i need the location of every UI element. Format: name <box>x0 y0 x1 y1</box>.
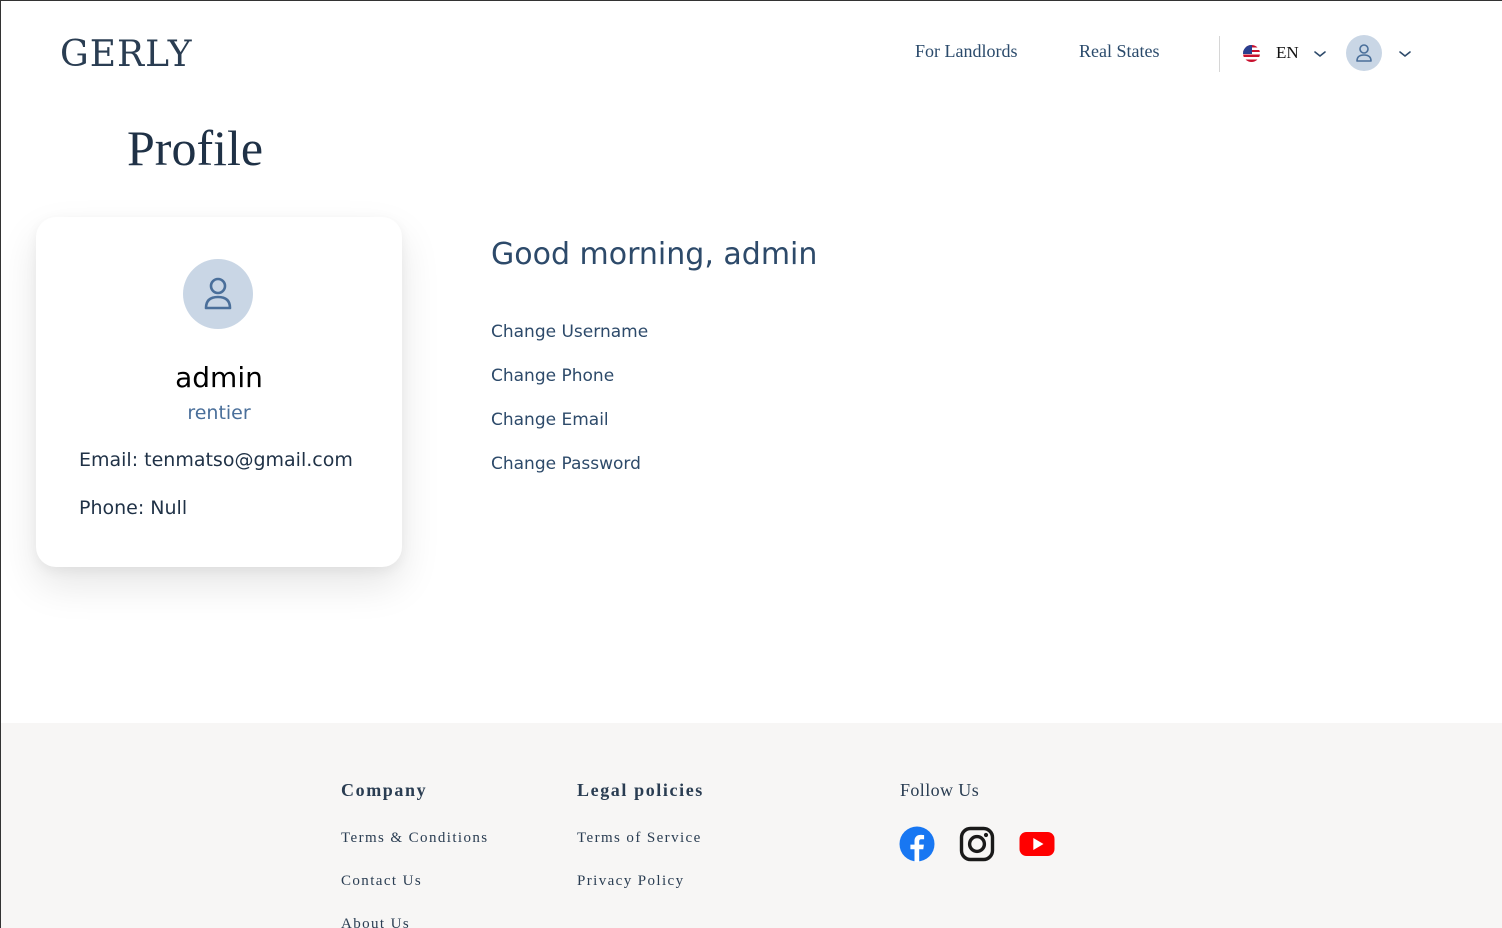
profile-email: Email: tenmatso@gmail.com <box>79 449 353 471</box>
footer-contact-us-link[interactable]: Contact Us <box>341 873 422 890</box>
nav-real-states[interactable]: Real States <box>1079 41 1159 62</box>
page: GERLY For Landlords Real States EN Profi… <box>0 0 1502 928</box>
change-password-link[interactable]: Change Password <box>491 454 641 474</box>
user-menu-button[interactable] <box>1346 35 1412 71</box>
logo[interactable]: GERLY <box>60 34 193 75</box>
facebook-icon[interactable] <box>899 826 935 862</box>
user-icon <box>204 277 232 310</box>
footer-privacy-policy-link[interactable]: Privacy Policy <box>577 873 685 890</box>
us-flag-icon <box>1243 44 1260 62</box>
user-icon <box>1356 44 1372 62</box>
profile-role: rentier <box>187 402 251 424</box>
avatar <box>1346 35 1382 71</box>
chevron-down-icon <box>1398 44 1412 63</box>
profile-card: admin rentier Email: tenmatso@gmail.com … <box>36 217 402 567</box>
footer-legal-heading: Legal policies <box>577 780 704 800</box>
greeting-heading: Good morning, admin <box>491 237 818 272</box>
nav-divider <box>1219 36 1220 72</box>
footer: Company Terms & Conditions Contact Us Ab… <box>1 723 1502 928</box>
change-username-link[interactable]: Change Username <box>491 322 648 342</box>
footer-about-us-link[interactable]: About Us <box>341 916 410 928</box>
footer-company-heading: Company <box>341 780 428 800</box>
page-title: Profile <box>127 120 264 176</box>
footer-terms-of-service-link[interactable]: Terms of Service <box>577 830 702 847</box>
profile-username: admin <box>175 361 263 394</box>
instagram-icon[interactable] <box>959 826 995 862</box>
language-label: EN <box>1276 43 1299 62</box>
chevron-down-icon <box>1313 44 1327 63</box>
footer-follow-heading: Follow Us <box>900 780 980 800</box>
footer-terms-conditions-link[interactable]: Terms & Conditions <box>341 830 489 847</box>
profile-phone: Phone: Null <box>79 497 188 519</box>
profile-avatar <box>183 259 253 329</box>
language-selector[interactable]: EN <box>1243 41 1327 65</box>
youtube-icon[interactable] <box>1019 826 1055 862</box>
change-email-link[interactable]: Change Email <box>491 410 609 430</box>
change-phone-link[interactable]: Change Phone <box>491 366 614 386</box>
nav-for-landlords[interactable]: For Landlords <box>915 41 1018 62</box>
